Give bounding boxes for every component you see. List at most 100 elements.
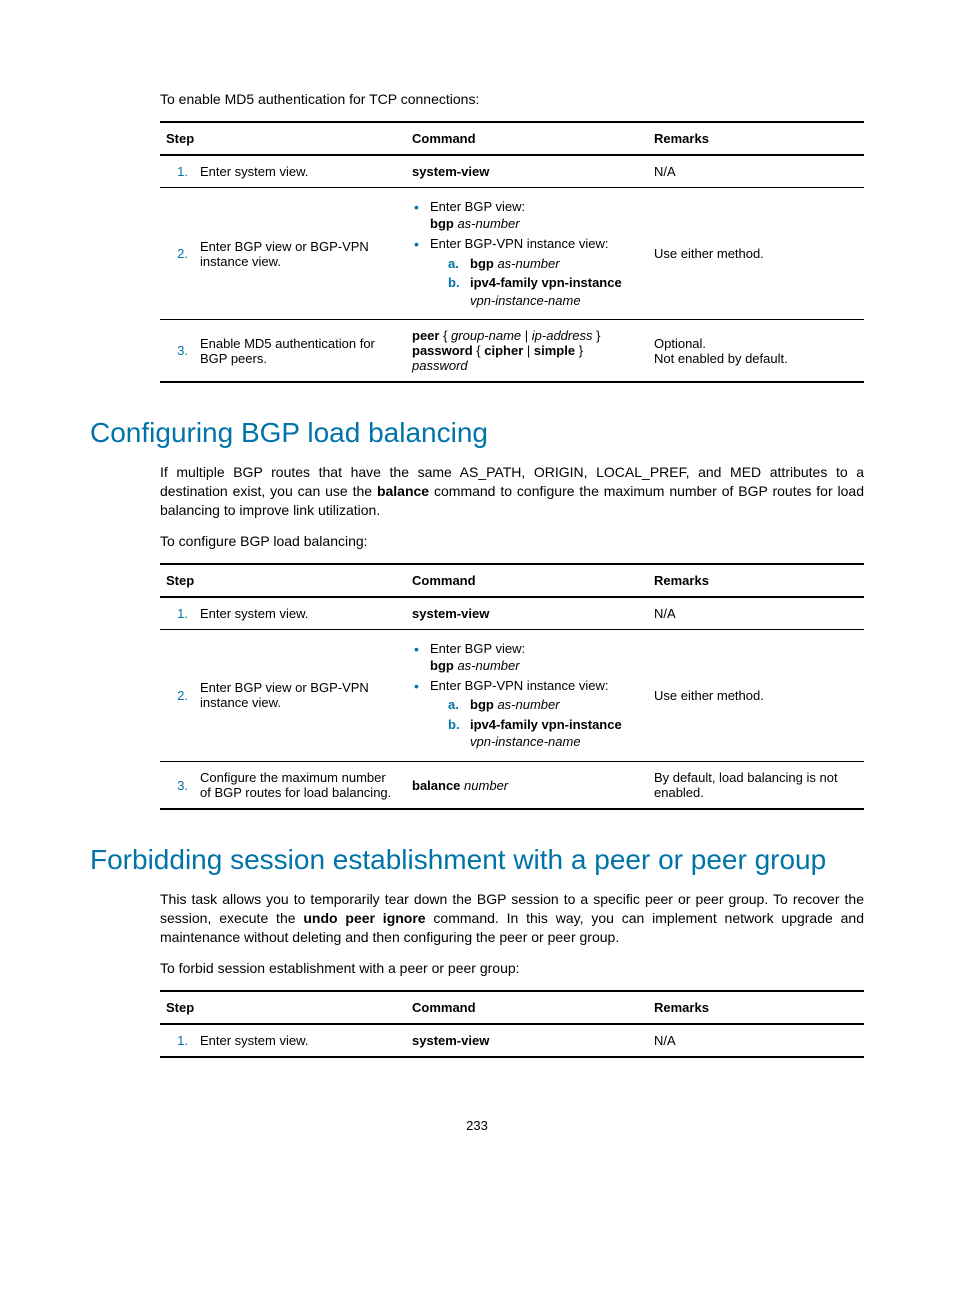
cmd-bold: ipv4-family vpn-instance (470, 717, 622, 732)
cmd-bold: bgp (470, 697, 494, 712)
step-desc: Enter BGP view or BGP-VPN instance view. (194, 187, 406, 319)
heading-forbid-session: Forbidding session establishment with a … (90, 844, 864, 876)
th-step: Step (160, 564, 406, 597)
step-desc: Enter BGP view or BGP-VPN instance view. (194, 629, 406, 761)
step-number: 1. (160, 597, 194, 630)
cmd-text: } (575, 343, 583, 358)
step-desc: Enter system view. (194, 155, 406, 188)
step-desc: Enable MD5 authentication for BGP peers. (194, 320, 406, 383)
step-number: 2. (160, 629, 194, 761)
cmd-italic: as-number (457, 658, 519, 673)
sub-letter: a. (448, 255, 459, 273)
table-row: 2. Enter BGP view or BGP-VPN instance vi… (160, 187, 864, 319)
cmd-text: | (521, 328, 532, 343)
cmd-italic: group-name (451, 328, 521, 343)
step-remarks: By default, load balancing is not enable… (648, 762, 864, 810)
table-row: 2. Enter BGP view or BGP-VPN instance vi… (160, 629, 864, 761)
page-number: 233 (90, 1118, 864, 1133)
th-command: Command (406, 564, 648, 597)
cmd-italic: vpn-instance-name (470, 734, 581, 749)
step-command: system-view (406, 155, 648, 188)
step-remarks: N/A (648, 155, 864, 188)
paragraph: If multiple BGP routes that have the sam… (160, 463, 864, 520)
step-command: system-view (406, 1024, 648, 1057)
th-step: Step (160, 991, 406, 1024)
table-row: 1. Enter system view. system-view N/A (160, 597, 864, 630)
th-remarks: Remarks (648, 122, 864, 155)
bullet-list: Enter BGP view: bgp as-number Enter BGP-… (412, 198, 642, 309)
list-item: Enter BGP view: bgp as-number (412, 640, 642, 675)
cmd-italic: password (412, 358, 468, 373)
cmd-italic: number (464, 778, 508, 793)
section-load-balancing: If multiple BGP routes that have the sam… (160, 463, 864, 810)
paragraph: This task allows you to temporarily tear… (160, 890, 864, 947)
table-load-balancing: Step Command Remarks 1. Enter system vie… (160, 563, 864, 810)
step-desc: Enter system view. (194, 1024, 406, 1057)
sub-letter: a. (448, 696, 459, 714)
step-number: 2. (160, 187, 194, 319)
list-item: Enter BGP-VPN instance view: a. bgp as-n… (412, 677, 642, 751)
cmd-text: system-view (412, 164, 489, 179)
remarks-line: Optional. (654, 336, 706, 351)
cmd-italic: as-number (457, 216, 519, 231)
step-number: 1. (160, 155, 194, 188)
cmd-bold: password (412, 343, 473, 358)
step-desc: Configure the maximum number of BGP rout… (194, 762, 406, 810)
cmd-bold: balance (412, 778, 460, 793)
cmd-text: | (523, 343, 534, 358)
step-command: system-view (406, 597, 648, 630)
th-command: Command (406, 122, 648, 155)
cmd-italic: as-number (497, 697, 559, 712)
step-command: Enter BGP view: bgp as-number Enter BGP-… (406, 629, 648, 761)
step-desc: Enter system view. (194, 597, 406, 630)
bullet-text: Enter BGP-VPN instance view: (430, 236, 608, 251)
paragraph: To configure BGP load balancing: (160, 532, 864, 551)
step-remarks: N/A (648, 1024, 864, 1057)
th-remarks: Remarks (648, 564, 864, 597)
step-remarks: Optional. Not enabled by default. (648, 320, 864, 383)
cmd-text: system-view (412, 1033, 489, 1048)
bullet-text: Enter BGP view: (430, 199, 525, 214)
step-number: 3. (160, 320, 194, 383)
table-header-row: Step Command Remarks (160, 564, 864, 597)
list-item: Enter BGP-VPN instance view: a. bgp as-n… (412, 235, 642, 309)
table-md5-auth: Step Command Remarks 1. Enter system vie… (160, 121, 864, 383)
step-remarks: Use either method. (648, 629, 864, 761)
sub-letter: b. (448, 274, 460, 292)
heading-load-balancing: Configuring BGP load balancing (90, 417, 864, 449)
th-command: Command (406, 991, 648, 1024)
text-bold: balance (377, 483, 429, 499)
step-number: 3. (160, 762, 194, 810)
table-row: 3. Enable MD5 authentication for BGP pee… (160, 320, 864, 383)
table-row: 1. Enter system view. system-view N/A (160, 155, 864, 188)
step-command: peer { group-name | ip-address } passwor… (406, 320, 648, 383)
bullet-list: Enter BGP view: bgp as-number Enter BGP-… (412, 640, 642, 751)
cmd-bold: ipv4-family vpn-instance (470, 275, 622, 290)
step-remarks: Use either method. (648, 187, 864, 319)
cmd-bold: peer (412, 328, 439, 343)
cmd-text: system-view (412, 606, 489, 621)
list-item: a. bgp as-number (448, 255, 642, 273)
cmd-italic: ip-address (532, 328, 593, 343)
sub-list: a. bgp as-number b. ipv4-family vpn-inst… (448, 255, 642, 310)
table-row: 1. Enter system view. system-view N/A (160, 1024, 864, 1057)
cmd-bold: bgp (430, 658, 454, 673)
bullet-text: Enter BGP-VPN instance view: (430, 678, 608, 693)
text-bold: undo peer ignore (303, 910, 425, 926)
page: To enable MD5 authentication for TCP con… (0, 0, 954, 1193)
step-command: Enter BGP view: bgp as-number Enter BGP-… (406, 187, 648, 319)
remarks-line: Not enabled by default. (654, 351, 788, 366)
th-remarks: Remarks (648, 991, 864, 1024)
cmd-bold: bgp (470, 256, 494, 271)
cmd-italic: as-number (497, 256, 559, 271)
cmd-text: { (473, 343, 485, 358)
step-number: 1. (160, 1024, 194, 1057)
cmd-bold: bgp (430, 216, 454, 231)
step-remarks: N/A (648, 597, 864, 630)
sub-letter: b. (448, 716, 460, 734)
cmd-text: { (439, 328, 451, 343)
cmd-bold: cipher (484, 343, 523, 358)
intro-text: To enable MD5 authentication for TCP con… (160, 90, 864, 109)
sub-list: a. bgp as-number b. ipv4-family vpn-inst… (448, 696, 642, 751)
table-row: 3. Configure the maximum number of BGP r… (160, 762, 864, 810)
